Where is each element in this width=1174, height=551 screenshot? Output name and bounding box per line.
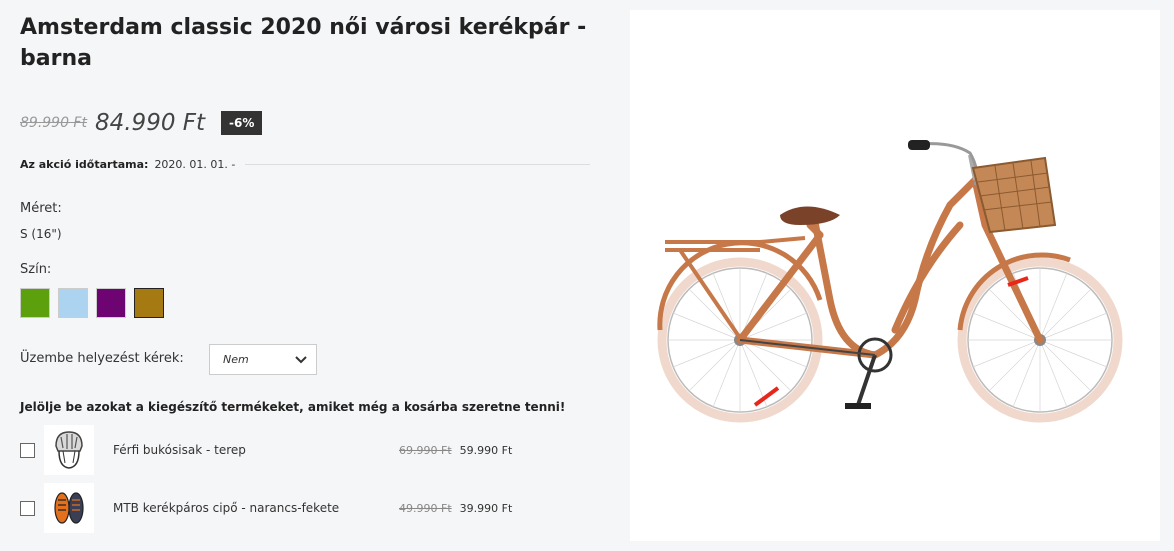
bicycle-image: [657, 140, 1123, 423]
sale-period: Az akció időtartama: 2020. 01. 01. -: [20, 158, 590, 171]
chevron-down-icon: [295, 355, 307, 363]
divider: [245, 164, 590, 165]
size-label: Méret:: [20, 201, 62, 216]
accessory-row: Férfi bukósisak - terep 69.990 Ft 59.990…: [20, 425, 590, 475]
setup-label: Üzembe helyezést kérek:: [20, 351, 184, 366]
color-swatch-brown[interactable]: [134, 288, 164, 318]
accessory-row: MTB kerékpáros cipő - narancs-fekete 49.…: [20, 483, 590, 533]
discount-badge: -6%: [221, 111, 263, 135]
sale-period-value: 2020. 01. 01. -: [154, 158, 236, 171]
color-swatch-light-blue[interactable]: [58, 288, 88, 318]
accessory-price: 39.990 Ft: [459, 501, 513, 515]
setup-select[interactable]: Nem: [209, 344, 317, 375]
accessory-price: 59.990 Ft: [459, 443, 513, 457]
size-value: S (16"): [20, 227, 62, 241]
helmet-icon: [55, 431, 83, 469]
color-swatch-purple[interactable]: [96, 288, 126, 318]
accessory-name: MTB kerékpáros cipő - narancs-fekete: [113, 501, 340, 515]
accessory-name: Férfi bukósisak - terep: [113, 443, 246, 457]
product-image[interactable]: [630, 10, 1160, 541]
setup-select-value: Nem: [223, 353, 249, 366]
shoes-icon: [54, 492, 84, 524]
color-swatch-green[interactable]: [20, 288, 50, 318]
old-price: 89.990 Ft: [20, 115, 87, 131]
accessory-checkbox[interactable]: [20, 500, 35, 516]
current-price: 84.990 Ft: [94, 110, 206, 136]
accessory-old-price: 69.990 Ft: [399, 443, 452, 457]
sale-period-label: Az akció időtartama:: [20, 158, 149, 171]
accessory-thumbnail[interactable]: [44, 483, 94, 533]
color-label: Szín:: [20, 262, 52, 277]
accessories-heading: Jelölje be azokat a kiegészítő termékeke…: [20, 400, 566, 414]
accessory-old-price: 49.990 Ft: [399, 501, 452, 515]
color-swatches: [20, 288, 164, 318]
accessory-thumbnail[interactable]: [44, 425, 94, 475]
price-row: 89.990 Ft 84.990 Ft -6%: [20, 106, 263, 140]
accessory-checkbox[interactable]: [20, 442, 35, 458]
product-title: Amsterdam classic 2020 női városi kerékp…: [20, 15, 587, 71]
